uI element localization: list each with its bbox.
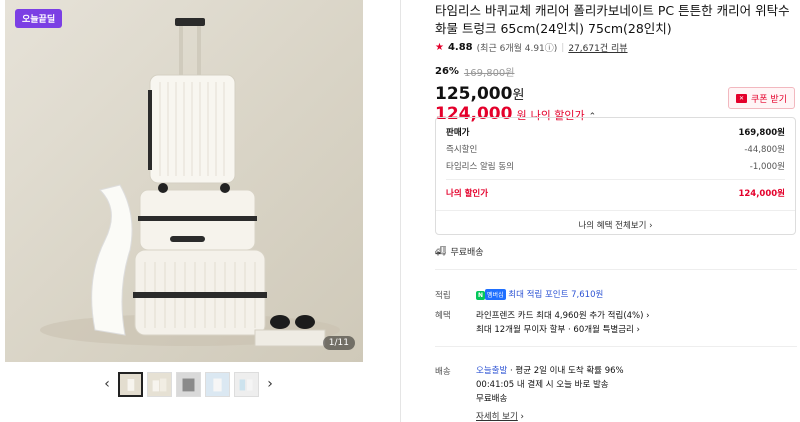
delivery-today: 오늘출발 · 평균 2일 이내 도착 확률 96% — [476, 366, 624, 376]
breakdown-row: 즉시할인 -44,800원 — [446, 145, 785, 155]
breakdown-row: 판매가 169,800원 — [446, 128, 785, 138]
thumbnail[interactable] — [205, 371, 230, 397]
product-title: 타임리스 바퀴교체 캐리어 폴리카보네이트 PC 튼튼한 캐리어 위탁수화물 트… — [435, 3, 790, 36]
benefit-installment[interactable]: 최대 12개월 무이자 할부 · 60개월 특별금리 › — [476, 323, 640, 335]
membership-badge: 멤버십 — [485, 289, 506, 300]
rating-recent: (최근 6개월 4.91ⓘ) — [476, 44, 558, 54]
discount-line: 26% 169,800원 — [435, 64, 797, 79]
product-info-panel: 타임리스 바퀴교체 캐리어 폴리카보네이트 PC 튼튼한 캐리어 위탁수화물 트… — [435, 0, 797, 422]
info-icon: ⓘ) — [544, 44, 558, 54]
thumbnail[interactable] — [118, 371, 143, 397]
delivery-countdown: 00:41:05 내 결제 시 오늘 바로 발송 — [476, 380, 609, 390]
price-breakdown: 판매가 169,800원 즉시할인 -44,800원 타임리스 알림 동의 -1,00… — [435, 117, 796, 235]
rating-score: 4.88 — [447, 42, 473, 53]
image-counter: 1/11 — [322, 336, 355, 350]
suitcase-illustration — [40, 18, 340, 347]
free-shipping: 🚚︎ 무료배송 — [435, 246, 484, 259]
truck-icon: 🚚︎ — [435, 246, 447, 257]
coupon-button[interactable]: ✕ 쿠폰 받기 — [728, 87, 795, 109]
divider — [435, 269, 797, 270]
chevron-right-icon[interactable]: › — [263, 376, 277, 392]
thumbnail-strip: ‹ › — [100, 371, 277, 397]
rating-row: ★ 4.88 (최근 6개월 4.91ⓘ) | 27,671건 리뷰 — [435, 41, 628, 54]
original-price: 169,800원 — [463, 68, 515, 79]
product-main-image[interactable]: 오늘끝딜 1/11 — [5, 0, 363, 362]
coupon-icon: ✕ — [736, 93, 747, 103]
delivery-label: 배송 — [435, 367, 451, 377]
naverpay-n-icon: N — [476, 291, 486, 300]
column-divider — [400, 0, 401, 422]
star-icon: ★ — [435, 42, 444, 53]
view-all-benefits-link[interactable]: 나의 혜택 전체보기 › — [436, 210, 795, 231]
divider — [435, 346, 797, 347]
points-label: 적립 — [435, 291, 451, 301]
breakdown-total: 나의 할인가 124,000원 — [446, 189, 785, 199]
delivery-detail-link[interactable]: 자세히 보기 › — [476, 410, 524, 422]
reviews-link[interactable]: 27,671건 리뷰 — [568, 41, 627, 54]
points-value[interactable]: N 멤버십 최대 적립 포인트 7,610원 — [476, 288, 603, 300]
thumbnail[interactable] — [176, 371, 201, 397]
chevron-left-icon[interactable]: ‹ — [100, 376, 114, 392]
discount-percent: 26% — [435, 66, 459, 77]
thumbnail[interactable] — [147, 371, 172, 397]
deal-badge: 오늘끝딜 — [15, 9, 63, 28]
benefit-card[interactable]: 라인프렌즈 카드 최대 4,960원 추가 적립(4%) › — [476, 309, 650, 321]
delivery-free: 무료배송 — [476, 394, 508, 404]
thumbnail[interactable] — [234, 371, 259, 397]
breakdown-row: 타임리스 알림 동의 -1,000원 — [446, 162, 785, 172]
benefits-label: 혜택 — [435, 311, 451, 321]
